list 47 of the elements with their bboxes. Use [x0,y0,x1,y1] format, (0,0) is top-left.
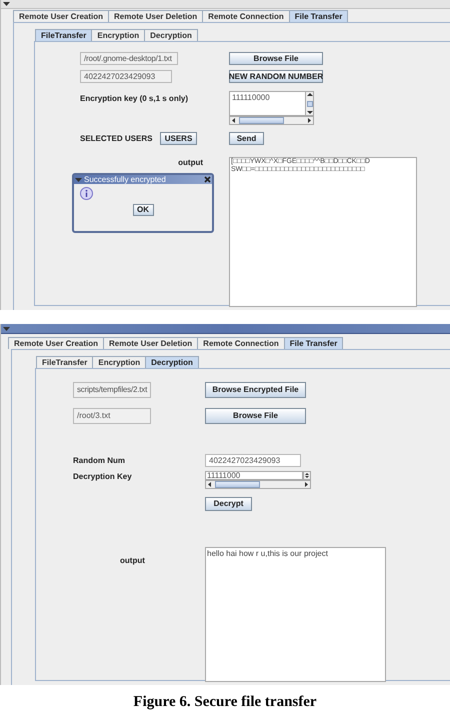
sub-tab[interactable]: Decryption [145,356,199,368]
left-arrow-icon[interactable] [206,481,213,488]
send-button[interactable]: Send [229,132,264,145]
main-tab[interactable]: Remote Connection [202,10,290,22]
browse-file-button[interactable]: Browse File [205,408,306,424]
selected-users-label: SELECTED USERS [80,132,154,144]
browse-file-button[interactable]: Browse File [229,52,323,65]
sub-tab[interactable]: Encryption [91,29,146,41]
output-label: output [178,157,203,169]
caret-icon[interactable] [3,1,10,7]
random-num-label: Random Num [73,454,126,466]
decryption-key-label: Decryption Key [73,471,133,483]
main-tab[interactable]: Remote User Deletion [103,337,198,349]
output-label: output [120,556,145,565]
info-icon [80,187,93,200]
sub-tab[interactable]: FileTransfer [35,29,92,41]
output-area[interactable]: hello hai how r u,this is our project [205,547,386,682]
sub-tab[interactable]: Decryption [144,29,198,41]
encryption-key-label: Encryption key (0 s,1 s only) [80,93,190,105]
sub-tab[interactable]: Encryption [92,356,146,368]
main-tab[interactable]: Remote User Creation [13,10,110,22]
users-button[interactable]: USERS [160,132,197,145]
main-tab[interactable]: File Transfer [284,337,344,349]
browse-encrypted-file-button[interactable]: Browse Encrypted File [205,382,306,398]
right-arrow-icon[interactable] [303,481,310,488]
sub-tab[interactable]: FileTransfer [36,356,94,368]
random-number-field[interactable]: 4022427023429093 [80,70,172,83]
decryption-key-field[interactable]: 11111000 [205,471,303,480]
main-tab[interactable]: File Transfer [288,10,348,22]
encrypted-file-path-field[interactable]: scripts/tempfiles/2.txt [73,382,151,398]
horizontal-scrollbar[interactable] [229,116,314,125]
main-tab[interactable]: Remote User Creation [8,337,104,349]
right-arrow-icon[interactable] [306,117,313,124]
main-tab[interactable]: Remote User Deletion [108,10,204,22]
left-arrow-icon[interactable] [230,117,237,124]
file-path-field[interactable]: /root/3.txt [73,408,151,424]
decrypt-button[interactable]: Decrypt [205,497,252,511]
figure-caption: Figure 6. Secure file transfer [133,693,317,712]
dialog-title: Successfully encrypted [84,174,167,186]
main-tab[interactable]: Remote Connection [197,337,285,349]
ok-button[interactable]: OK [132,204,154,216]
random-num-field[interactable]: 4022427023429093 [205,454,301,467]
file-path-field[interactable]: /root/.gnome-desktop/1.txt [80,52,178,65]
new-random-number-button[interactable]: NEW RANDOM NUMBER [229,70,323,83]
horizontal-scrollbar[interactable] [205,480,311,489]
close-icon[interactable] [204,176,211,183]
spinner-icon[interactable] [303,471,311,480]
